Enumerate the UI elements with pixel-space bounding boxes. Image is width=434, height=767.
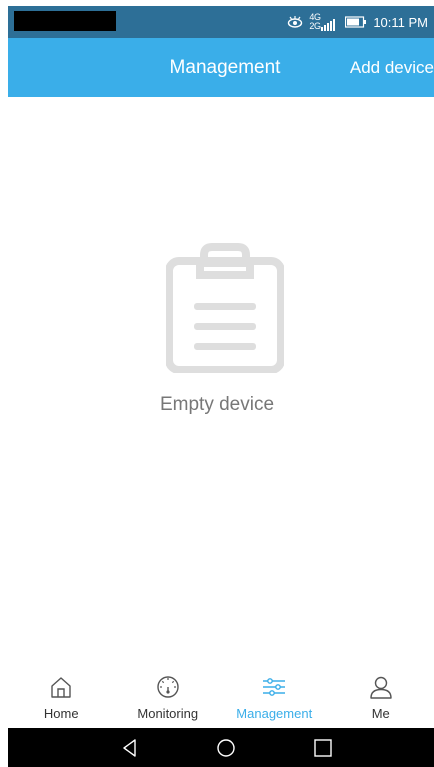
nav-item-me[interactable]: Me — [328, 668, 434, 728]
home-icon — [51, 677, 71, 698]
battery-icon — [345, 16, 367, 28]
clipboard-icon — [165, 243, 285, 374]
empty-message: Empty device — [159, 394, 275, 415]
nav-label-management: Management — [236, 706, 313, 721]
eye-comfort-icon — [287, 16, 303, 28]
empty-state: Empty device — [0, 240, 434, 430]
gauge-icon — [157, 676, 179, 698]
system-nav-bar — [8, 728, 434, 767]
signal-icon: 4G 2G — [309, 13, 339, 31]
app-screen: 4G 2G 10:11 PM Management Add device Emp… — [0, 0, 434, 767]
nav-label-home: Home — [43, 706, 79, 721]
nav-label-monitoring: Monitoring — [137, 706, 199, 721]
redacted-block — [14, 11, 116, 31]
nav-item-management[interactable]: Management — [221, 668, 328, 728]
recents-square-icon[interactable] — [313, 738, 333, 758]
status-bar: 4G 2G 10:11 PM — [8, 6, 434, 38]
app-header: Management Add device — [8, 38, 434, 97]
home-circle-icon[interactable] — [216, 738, 236, 758]
status-icons: 4G 2G 10:11 PM — [287, 12, 428, 32]
nav-label-me: Me — [371, 706, 390, 721]
nav-item-home[interactable]: Home — [8, 668, 115, 728]
add-device-button[interactable]: Add device — [350, 38, 434, 97]
user-icon — [370, 676, 392, 699]
back-triangle-icon[interactable] — [120, 738, 140, 758]
network-label: 4G 2G — [309, 12, 321, 31]
status-time: 10:11 PM — [373, 14, 428, 30]
nav-item-monitoring[interactable]: Monitoring — [115, 668, 222, 728]
sliders-icon — [263, 678, 286, 696]
bottom-nav: Home Monitoring Management Me — [8, 668, 434, 728]
